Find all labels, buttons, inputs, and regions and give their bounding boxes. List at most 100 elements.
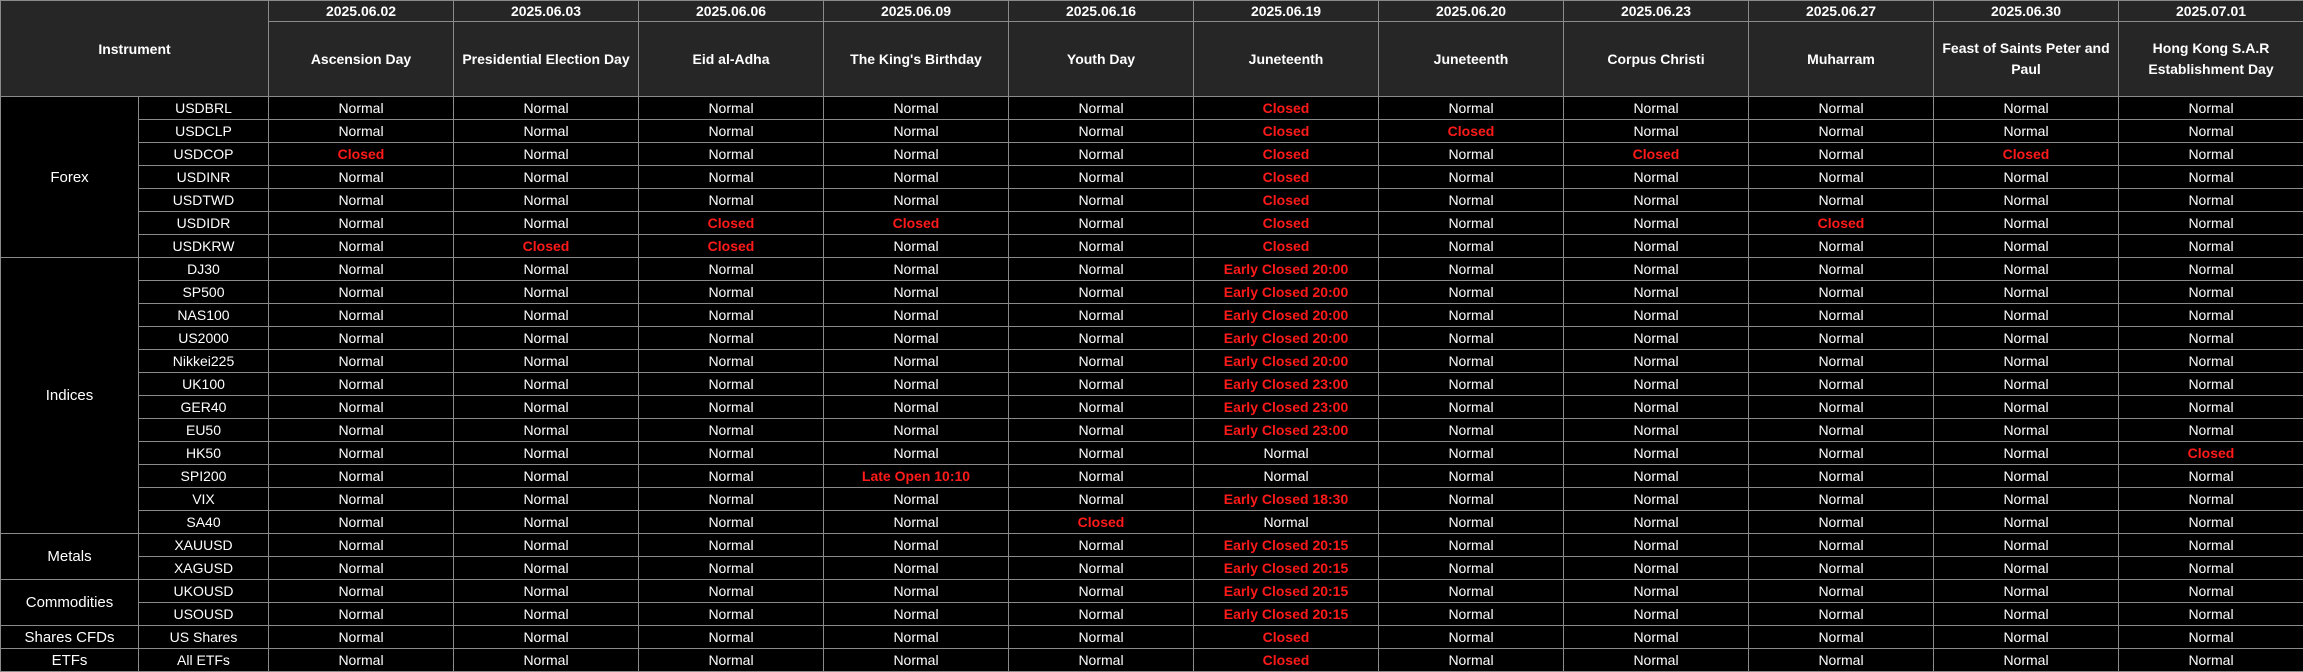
status-cell: Normal: [1378, 188, 1564, 212]
status-cell: Normal: [1378, 257, 1564, 281]
status-cell: Closed: [453, 234, 639, 258]
table-row: GER40 Normal Normal Normal Normal Normal Early…: [1, 395, 2303, 419]
group-label: Commodities: [0, 579, 139, 626]
status-cell: Normal: [1563, 280, 1749, 304]
table-row: EU50 Normal Normal Normal Normal Normal Early …: [1, 418, 2303, 442]
status-cell: Normal: [1378, 96, 1564, 120]
instrument-cell: SPI200: [138, 464, 269, 488]
group-label: ETFs: [0, 648, 139, 672]
holiday-schedule-table: Instrument 2025.06.02 2025.06.03 2025.06.0…: [0, 0, 2303, 672]
status-cell: Closed: [1193, 625, 1379, 649]
status-cell: Normal: [1008, 211, 1194, 235]
status-cell: Normal: [1008, 487, 1194, 511]
status-cell: Normal: [1378, 579, 1564, 603]
holiday-header: Hong Kong S.A.R Establishment Day: [2118, 21, 2303, 97]
status-cell: Normal: [1748, 280, 1934, 304]
status-cell: Normal: [1933, 556, 2119, 580]
status-cell: Normal: [1008, 280, 1194, 304]
status-cell: Normal: [1008, 648, 1194, 672]
holiday-header: Eid al-Adha: [638, 21, 824, 97]
status-cell: Closed: [1193, 119, 1379, 143]
status-cell: Closed: [1193, 96, 1379, 120]
status-cell: Normal: [1563, 165, 1749, 189]
status-cell: Normal: [1378, 464, 1564, 488]
holiday-name-row: Ascension Day Presidential Election Day Ei…: [1, 21, 2303, 97]
status-cell: Normal: [1378, 625, 1564, 649]
status-cell: Normal: [1748, 464, 1934, 488]
status-cell: Normal: [638, 119, 824, 143]
status-cell: Early Closed 20:15: [1193, 533, 1379, 557]
status-cell: Normal: [638, 556, 824, 580]
group-label: Indices: [0, 257, 139, 534]
status-cell: Early Closed 20:00: [1193, 326, 1379, 350]
table-body: Forex USDBRL Normal Normal Normal Normal Norma…: [0, 96, 2303, 672]
status-cell: Normal: [823, 625, 1009, 649]
status-cell: Normal: [1563, 487, 1749, 511]
status-cell: Normal: [2118, 556, 2303, 580]
status-cell: Normal: [1378, 441, 1564, 465]
table-row: Forex USDBRL Normal Normal Normal Normal Norma…: [0, 96, 2303, 258]
instrument-cell: NAS100: [138, 303, 269, 327]
status-cell: Normal: [268, 441, 454, 465]
status-cell: Normal: [268, 165, 454, 189]
status-cell: Normal: [1008, 556, 1194, 580]
status-cell: Normal: [1748, 188, 1934, 212]
status-cell: Normal: [823, 602, 1009, 626]
status-cell: Normal: [2118, 625, 2303, 649]
status-cell: Early Closed 20:00: [1193, 280, 1379, 304]
status-cell: Normal: [1563, 211, 1749, 235]
status-cell: Early Closed 20:15: [1193, 556, 1379, 580]
status-cell: Normal: [1748, 234, 1934, 258]
status-cell: Normal: [638, 326, 824, 350]
status-cell: Normal: [1933, 349, 2119, 373]
holiday-header: Feast of Saints Peter and Paul: [1933, 21, 2119, 97]
status-cell: Normal: [453, 96, 639, 120]
status-cell: Normal: [638, 257, 824, 281]
status-cell: Normal: [823, 349, 1009, 373]
status-cell: Normal: [453, 165, 639, 189]
status-cell: Normal: [1563, 648, 1749, 672]
status-cell: Normal: [1378, 234, 1564, 258]
status-cell: Normal: [2118, 165, 2303, 189]
date-header: 2025.06.09: [823, 0, 1009, 22]
status-cell: Normal: [1933, 602, 2119, 626]
group-label: Forex: [0, 96, 139, 258]
status-cell: Normal: [453, 464, 639, 488]
instrument-cell: UK100: [138, 372, 269, 396]
status-cell: Early Closed 20:00: [1193, 257, 1379, 281]
status-cell: Normal: [1933, 625, 2119, 649]
instrument-cell: All ETFs: [138, 648, 269, 672]
status-cell: Normal: [453, 257, 639, 281]
status-cell: Normal: [1563, 418, 1749, 442]
status-cell: Normal: [268, 487, 454, 511]
status-cell: Normal: [1748, 648, 1934, 672]
table-row: UK100 Normal Normal Normal Normal Normal Early…: [1, 372, 2303, 396]
status-cell: Normal: [823, 142, 1009, 166]
status-cell: Normal: [1748, 418, 1934, 442]
status-cell: Normal: [1748, 602, 1934, 626]
status-cell: Normal: [823, 257, 1009, 281]
table-row: Metals XAUUSD Normal Normal Normal Normal Norm…: [0, 533, 2303, 580]
status-cell: Closed: [823, 211, 1009, 235]
status-cell: Normal: [1748, 510, 1934, 534]
status-cell: Normal: [2118, 280, 2303, 304]
holiday-header: Corpus Christi: [1563, 21, 1749, 97]
holiday-header: The King's Birthday: [823, 21, 1009, 97]
status-cell: Normal: [2118, 96, 2303, 120]
status-cell: Normal: [453, 625, 639, 649]
status-cell: Normal: [1008, 464, 1194, 488]
status-cell: Normal: [453, 579, 639, 603]
status-cell: Normal: [1748, 372, 1934, 396]
status-cell: Normal: [268, 579, 454, 603]
status-cell: Normal: [1193, 464, 1379, 488]
status-cell: Normal: [1378, 648, 1564, 672]
status-cell: Early Closed 23:00: [1193, 418, 1379, 442]
instrument-cell: VIX: [138, 487, 269, 511]
holiday-header: Presidential Election Day: [453, 21, 639, 97]
instrument-cell: SP500: [138, 280, 269, 304]
status-cell: Normal: [1378, 349, 1564, 373]
instrument-cell: Nikkei225: [138, 349, 269, 373]
status-cell: Closed: [638, 234, 824, 258]
status-cell: Normal: [1008, 188, 1194, 212]
status-cell: Normal: [1008, 142, 1194, 166]
